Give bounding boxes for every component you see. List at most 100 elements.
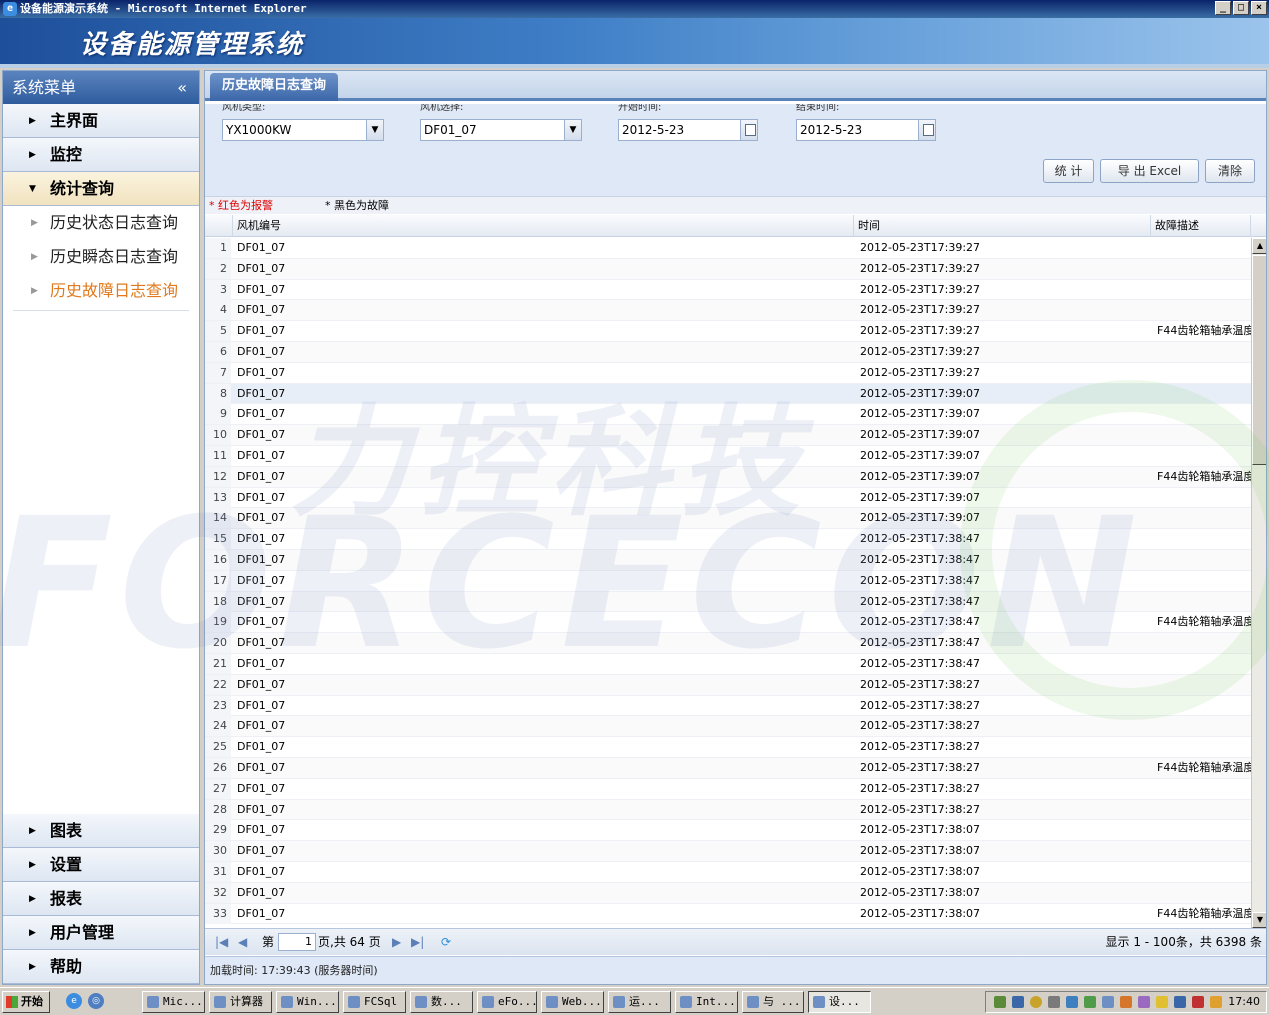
table-row[interactable]: 18 DF01_07 2012-05-23T17:38:47 bbox=[205, 591, 1251, 613]
first-page-icon[interactable]: |◀ bbox=[215, 929, 228, 955]
table-row[interactable]: 25 DF01_07 2012-05-23T17:38:27 bbox=[205, 737, 1251, 758]
table-row[interactable]: 3 DF01_07 2012-05-23T17:39:27 bbox=[205, 279, 1251, 301]
table-row[interactable]: 32 DF01_07 2012-05-23T17:38:07 bbox=[205, 882, 1251, 904]
table-row[interactable]: 21 DF01_07 2012-05-23T17:38:47 bbox=[205, 653, 1251, 675]
taskbar-window-button[interactable]: 设... bbox=[808, 991, 871, 1013]
table-row[interactable]: 23 DF01_07 2012-05-23T17:38:27 bbox=[205, 695, 1251, 717]
table-row[interactable]: 20 DF01_07 2012-05-23T17:38:47 bbox=[205, 633, 1251, 654]
next-page-icon[interactable]: ▶ bbox=[392, 929, 401, 955]
last-page-icon[interactable]: ▶| bbox=[411, 929, 424, 955]
menu-item-help[interactable]: ▶ 帮助 bbox=[3, 950, 199, 984]
tray-icon[interactable] bbox=[1192, 996, 1204, 1008]
table-row[interactable]: 14 DF01_07 2012-05-23T17:39:07 bbox=[205, 508, 1251, 530]
taskbar-window-button[interactable]: Win... bbox=[276, 991, 339, 1013]
export-excel-button[interactable]: 导 出 Excel bbox=[1100, 159, 1199, 183]
menu-item-statistics[interactable]: ▼ 统计查询 bbox=[3, 172, 199, 206]
table-row[interactable]: 2 DF01_07 2012-05-23T17:39:27 bbox=[205, 258, 1251, 280]
shield-icon[interactable] bbox=[1156, 996, 1168, 1008]
table-row[interactable]: 9 DF01_07 2012-05-23T17:39:07 bbox=[205, 404, 1251, 426]
tray-icon[interactable] bbox=[1084, 996, 1096, 1008]
taskbar-window-button[interactable]: 计算器 bbox=[209, 991, 272, 1013]
taskbar-window-button[interactable]: Web... bbox=[541, 991, 604, 1013]
table-row[interactable]: 15 DF01_07 2012-05-23T17:38:47 bbox=[205, 529, 1251, 550]
close-button[interactable]: × bbox=[1251, 1, 1267, 15]
table-row[interactable]: 12 DF01_07 2012-05-23T17:39:07 F44齿轮箱轴承温度 bbox=[205, 466, 1251, 488]
table-row[interactable]: 4 DF01_07 2012-05-23T17:39:27 bbox=[205, 300, 1251, 322]
table-row[interactable]: 16 DF01_07 2012-05-23T17:38:47 bbox=[205, 549, 1251, 571]
tray-icon[interactable] bbox=[1138, 996, 1150, 1008]
taskbar-window-button[interactable]: eFo... bbox=[477, 991, 537, 1013]
network-icon[interactable] bbox=[994, 996, 1006, 1008]
table-row[interactable]: 11 DF01_07 2012-05-23T17:39:07 bbox=[205, 445, 1251, 467]
prev-page-icon[interactable]: ◀ bbox=[238, 929, 247, 955]
explorer-quicklaunch-icon[interactable]: ◎ bbox=[88, 993, 104, 1009]
table-row[interactable]: 26 DF01_07 2012-05-23T17:38:27 F44齿轮箱轴承温度 bbox=[205, 757, 1251, 779]
tab-history-fault[interactable]: 历史故障日志查询 bbox=[210, 73, 339, 101]
menu-item-charts[interactable]: ▶ 图表 bbox=[3, 814, 199, 848]
calendar-icon[interactable] bbox=[918, 120, 935, 140]
menu-item-home[interactable]: ▶ 主界面 bbox=[3, 104, 199, 138]
turbine-type-select[interactable]: YX1000KW ▼ bbox=[222, 119, 384, 141]
maximize-button[interactable]: □ bbox=[1233, 1, 1249, 15]
table-row[interactable]: 27 DF01_07 2012-05-23T17:38:27 bbox=[205, 778, 1251, 800]
taskbar-window-button[interactable]: 与 ... bbox=[742, 991, 804, 1013]
tray-icon[interactable] bbox=[1210, 996, 1222, 1008]
taskbar-window-button[interactable]: FCSql bbox=[343, 991, 406, 1013]
table-row[interactable]: 33 DF01_07 2012-05-23T17:38:07 F44齿轮箱轴承温度 bbox=[205, 903, 1251, 925]
table-row[interactable]: 17 DF01_07 2012-05-23T17:38:47 bbox=[205, 570, 1251, 592]
clear-button[interactable]: 清除 bbox=[1205, 159, 1255, 183]
collapse-sidebar-icon[interactable]: « bbox=[177, 71, 187, 104]
menu-item-users[interactable]: ▶ 用户管理 bbox=[3, 916, 199, 950]
table-row[interactable]: 5 DF01_07 2012-05-23T17:39:27 F44齿轮箱轴承温度 bbox=[205, 321, 1251, 342]
minimize-button[interactable]: _ bbox=[1215, 1, 1231, 15]
table-row[interactable]: 1 DF01_07 2012-05-23T17:39:27 bbox=[205, 238, 1251, 259]
table-row[interactable]: 6 DF01_07 2012-05-23T17:39:27 bbox=[205, 341, 1251, 363]
tray-icon[interactable] bbox=[1066, 996, 1078, 1008]
table-row[interactable]: 8 DF01_07 2012-05-23T17:39:07 bbox=[205, 383, 1251, 405]
start-button[interactable]: 开始 bbox=[2, 991, 50, 1013]
tray-icon[interactable] bbox=[1048, 996, 1060, 1008]
tray-icon[interactable] bbox=[1174, 996, 1186, 1008]
stat-button[interactable]: 统 计 bbox=[1043, 159, 1094, 183]
column-header-turbine[interactable]: 风机编号 bbox=[233, 215, 854, 237]
menu-item-settings[interactable]: ▶ 设置 bbox=[3, 848, 199, 882]
column-header-description[interactable]: 故障描述 bbox=[1151, 215, 1251, 237]
submenu-history-fault[interactable]: ▶ 历史故障日志查询 bbox=[3, 274, 199, 308]
column-header-time[interactable]: 时间 bbox=[854, 215, 1151, 237]
menu-item-reports[interactable]: ▶ 报表 bbox=[3, 882, 199, 916]
table-row[interactable]: 24 DF01_07 2012-05-23T17:38:27 bbox=[205, 716, 1251, 738]
grid-scrollbar[interactable]: ▲ ▼ bbox=[1251, 238, 1266, 928]
taskbar-window-button[interactable]: 运... bbox=[608, 991, 671, 1013]
scroll-up-icon[interactable]: ▲ bbox=[1252, 238, 1266, 254]
tray-icon[interactable] bbox=[1102, 996, 1114, 1008]
table-row[interactable]: 29 DF01_07 2012-05-23T17:38:07 bbox=[205, 820, 1251, 842]
chevron-down-icon[interactable]: ▼ bbox=[564, 120, 581, 140]
table-row[interactable]: 22 DF01_07 2012-05-23T17:38:27 bbox=[205, 674, 1251, 696]
monitor-icon[interactable] bbox=[1012, 996, 1024, 1008]
submenu-history-status[interactable]: ▶ 历史状态日志查询 bbox=[3, 206, 199, 240]
tray-icon[interactable] bbox=[1120, 996, 1132, 1008]
table-row[interactable]: 10 DF01_07 2012-05-23T17:39:07 bbox=[205, 425, 1251, 446]
table-row[interactable]: 19 DF01_07 2012-05-23T17:38:47 F44齿轮箱轴承温度 bbox=[205, 612, 1251, 634]
chevron-down-icon[interactable]: ▼ bbox=[366, 120, 383, 140]
submenu-history-transient[interactable]: ▶ 历史瞬态日志查询 bbox=[3, 240, 199, 274]
table-row[interactable]: 31 DF01_07 2012-05-23T17:38:07 bbox=[205, 861, 1251, 883]
menu-item-monitor[interactable]: ▶ 监控 bbox=[3, 138, 199, 172]
end-date-field[interactable]: 2012-5-23 bbox=[796, 119, 936, 141]
scroll-thumb[interactable] bbox=[1252, 255, 1266, 465]
table-row[interactable]: 30 DF01_07 2012-05-23T17:38:07 bbox=[205, 841, 1251, 862]
refresh-icon[interactable]: ⟳ bbox=[441, 929, 451, 955]
calendar-icon[interactable] bbox=[740, 120, 757, 140]
taskbar-window-button[interactable]: Mic... bbox=[142, 991, 205, 1013]
start-date-field[interactable]: 2012-5-23 bbox=[618, 119, 758, 141]
page-number-input[interactable]: 1 bbox=[278, 933, 316, 951]
table-row[interactable]: 13 DF01_07 2012-05-23T17:39:07 bbox=[205, 487, 1251, 509]
ie-quicklaunch-icon[interactable]: e bbox=[66, 993, 82, 1009]
status-icon[interactable] bbox=[1030, 996, 1042, 1008]
table-row[interactable]: 7 DF01_07 2012-05-23T17:39:27 bbox=[205, 362, 1251, 384]
scroll-down-icon[interactable]: ▼ bbox=[1252, 912, 1266, 928]
turbine-select[interactable]: DF01_07 ▼ bbox=[420, 119, 582, 141]
table-row[interactable]: 28 DF01_07 2012-05-23T17:38:27 bbox=[205, 799, 1251, 821]
taskbar-window-button[interactable]: Int... bbox=[675, 991, 738, 1013]
taskbar-window-button[interactable]: 数... bbox=[410, 991, 473, 1013]
